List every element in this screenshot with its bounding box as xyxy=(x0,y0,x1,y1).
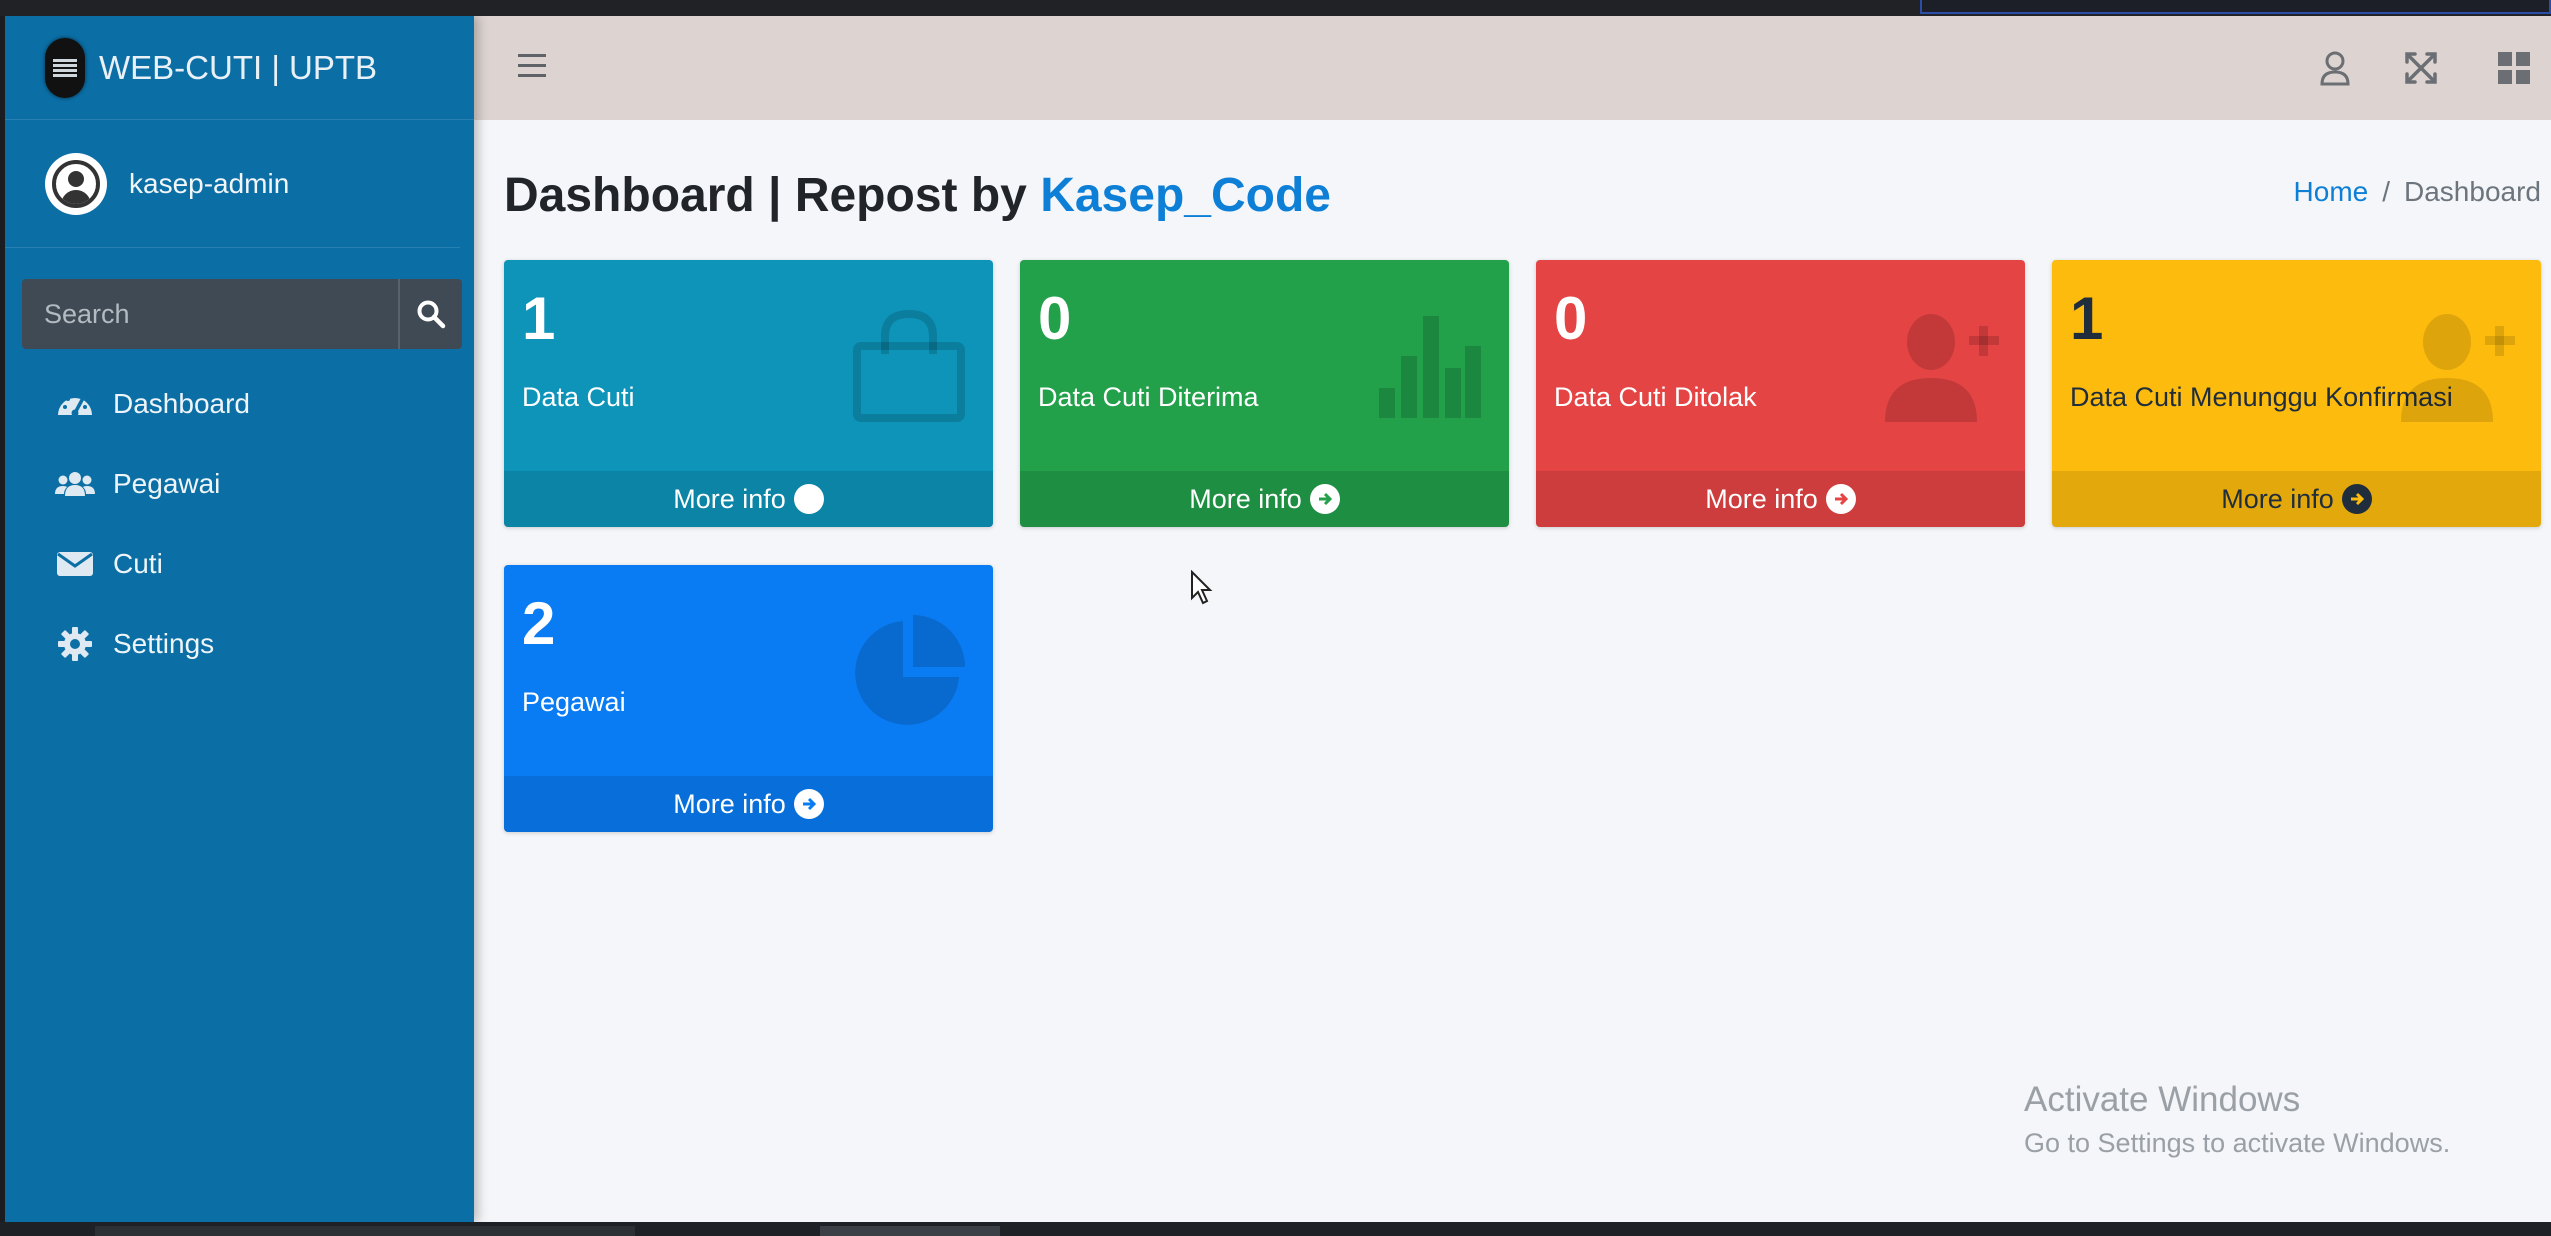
small-box-data-cuti-ditolak: 0 Data Cuti Ditolak More info xyxy=(1536,260,2025,527)
user-plus-icon xyxy=(2401,314,2515,422)
sidebar-item-label: Settings xyxy=(113,628,215,659)
sidebar: WEB-CUTI | UPTB kasep-admin Search Dashb… xyxy=(5,16,474,1222)
box-footer-label: More info xyxy=(673,788,786,819)
arrow-circle-right-icon xyxy=(2341,484,2372,514)
search-button[interactable] xyxy=(398,279,462,349)
box-label: Data Cuti xyxy=(522,382,635,412)
arrow-circle-right-icon xyxy=(1825,484,1856,514)
page-title-main: Dashboard | Repost by xyxy=(504,169,1041,222)
bar-chart-icon xyxy=(1379,316,1481,418)
sidebar-item-cuti[interactable]: Cuti xyxy=(5,524,474,604)
box-footer-label: More info xyxy=(2221,483,2334,514)
user-plus-icon xyxy=(1885,314,1999,422)
sidebar-item-settings[interactable]: Settings xyxy=(5,604,474,684)
box-footer-label: More info xyxy=(673,483,786,514)
box-value: 0 xyxy=(1554,285,1588,352)
window-edge xyxy=(1920,0,2551,14)
page-title-accent: Kasep_Code xyxy=(1040,169,1331,222)
box-footer-label: More info xyxy=(1705,483,1818,514)
sidebar-search xyxy=(22,279,462,349)
box-value: 2 xyxy=(522,590,556,657)
user-panel[interactable]: kasep-admin xyxy=(5,120,460,248)
box-value: 0 xyxy=(1038,285,1072,352)
shopping-bag-icon xyxy=(853,309,965,422)
page-title: Dashboard | Repost by Kasep_Code xyxy=(504,168,1331,223)
taskbar-segment xyxy=(820,1226,1000,1236)
small-box-pegawai: 2 Pegawai More info xyxy=(504,565,993,832)
small-box-data-cuti: 1 Data Cuti More info xyxy=(504,260,993,527)
breadcrumb-home[interactable]: Home xyxy=(2294,176,2369,208)
mouse-cursor-icon xyxy=(1191,570,1213,605)
users-icon xyxy=(55,464,95,504)
search-input[interactable] xyxy=(22,279,398,349)
breadcrumb: Home / Dashboard xyxy=(2294,176,2541,208)
brand-title: WEB-CUTI | UPTB xyxy=(99,48,378,86)
arrow-circle-right-icon xyxy=(1309,484,1340,514)
box-more-info-link[interactable]: More info xyxy=(504,776,993,832)
content-area: Dashboard | Repost by Kasep_Code Home / … xyxy=(474,120,2551,1222)
sidebar-item-pegawai[interactable]: Pegawai xyxy=(5,444,474,524)
box-label: Data Cuti Diterima xyxy=(1038,382,1259,412)
taskbar-segment xyxy=(95,1226,635,1236)
box-footer-label: More info xyxy=(1189,483,1302,514)
arrow-circle-right-icon xyxy=(793,789,824,819)
box-label: Data Cuti Ditolak xyxy=(1554,382,1757,412)
fullscreen-icon[interactable] xyxy=(2401,48,2441,88)
breadcrumb-current: Dashboard xyxy=(2404,176,2541,207)
box-more-info-link[interactable]: More info xyxy=(1020,471,1509,527)
sidebar-item-label: Pegawai xyxy=(113,468,221,499)
grid-icon[interactable] xyxy=(2494,48,2534,88)
user-icon[interactable] xyxy=(2315,48,2355,88)
watermark-subtitle: Go to Settings to activate Windows. xyxy=(2024,1128,2451,1158)
envelope-icon xyxy=(55,544,95,584)
top-navbar xyxy=(474,16,2551,120)
os-taskbar xyxy=(0,1222,2551,1236)
small-box-data-cuti-menunggu-konfirmasi: 1 Data Cuti Menunggu Konfirmasi More inf… xyxy=(2052,260,2541,527)
brand-link[interactable]: WEB-CUTI | UPTB xyxy=(5,16,474,120)
box-more-info-link[interactable]: More info xyxy=(1536,471,2025,527)
arrow-circle-right-icon xyxy=(793,484,824,514)
sidebar-item-dashboard[interactable]: Dashboard xyxy=(5,364,474,444)
gear-icon xyxy=(55,624,95,664)
pie-chart-icon xyxy=(855,615,965,725)
sidebar-nav: Dashboard Pegawai Cuti Settings xyxy=(5,364,474,684)
avatar xyxy=(45,152,107,215)
box-value: 1 xyxy=(2070,285,2104,352)
brand-logo xyxy=(45,37,85,98)
sidebar-item-label: Dashboard xyxy=(113,388,250,419)
box-label: Data Cuti Menunggu Konfirmasi xyxy=(2070,382,2453,412)
tachometer-icon xyxy=(55,384,95,424)
watermark-title: Activate Windows xyxy=(2024,1080,2301,1119)
box-more-info-link[interactable]: More info xyxy=(2052,471,2541,527)
box-more-info-link[interactable]: More info xyxy=(504,471,993,527)
activate-windows-watermark: Activate Windows Go to Settings to activ… xyxy=(2024,1080,2450,1159)
screen-top-strip xyxy=(0,0,2551,16)
search-icon xyxy=(417,300,446,329)
sidebar-item-label: Cuti xyxy=(113,548,163,579)
small-box-data-cuti-diterima: 0 Data Cuti Diterima More info xyxy=(1020,260,1509,527)
hamburger-menu-icon[interactable] xyxy=(518,54,546,84)
user-name[interactable]: kasep-admin xyxy=(129,168,289,200)
box-label: Pegawai xyxy=(522,687,626,717)
app-window: WEB-CUTI | UPTB kasep-admin Search Dashb… xyxy=(5,16,2551,1222)
box-value: 1 xyxy=(522,285,556,352)
breadcrumb-separator: / xyxy=(2382,176,2391,207)
